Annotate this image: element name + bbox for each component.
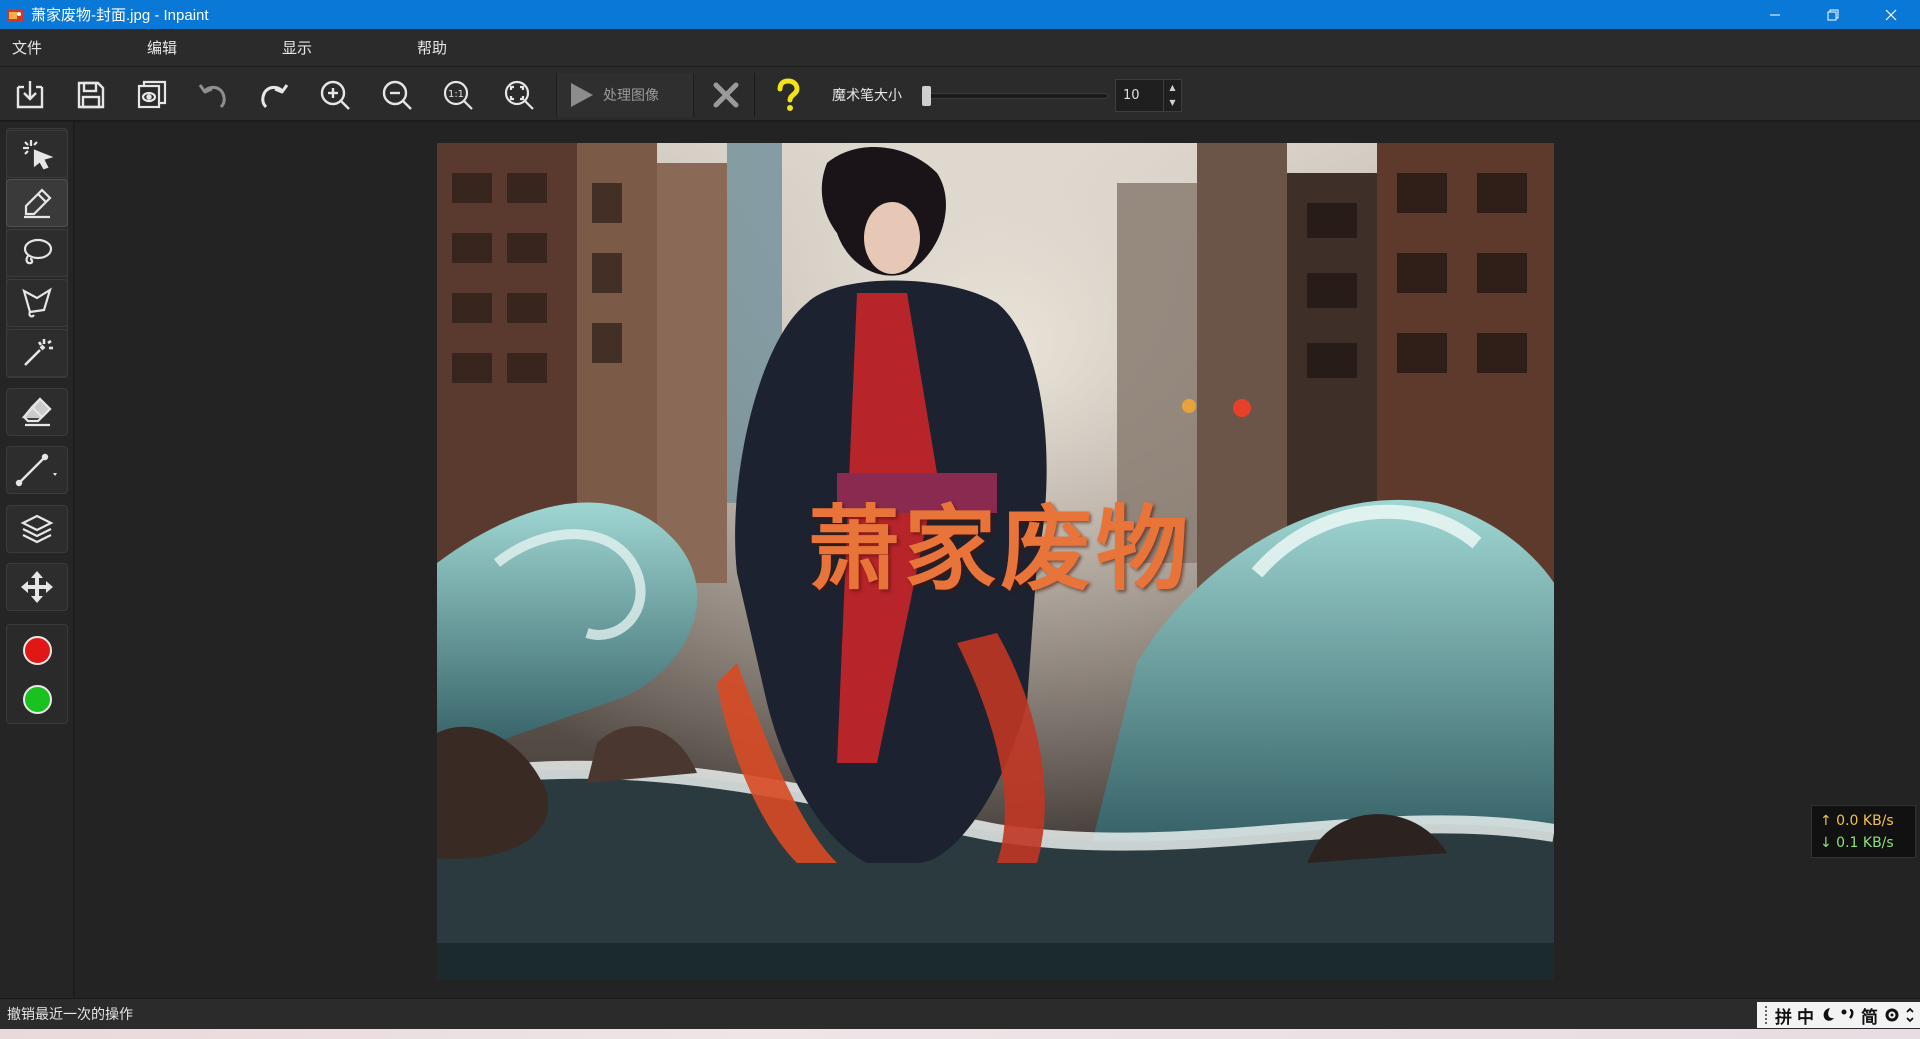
preview-button[interactable] [131, 74, 173, 116]
eraser-tool[interactable] [6, 388, 68, 436]
guide-color-button[interactable] [6, 675, 68, 723]
cancel-button[interactable] [705, 74, 747, 116]
open-button[interactable] [9, 74, 51, 116]
actual-size-button[interactable]: 1:1 [437, 74, 479, 116]
redo-button[interactable] [253, 74, 295, 116]
cover-title-text: 萧家废物 [808, 495, 1193, 603]
fit-to-window-icon [504, 80, 534, 110]
preview-icon [137, 80, 167, 109]
window-controls [1746, 0, 1920, 29]
polygon-lasso-tool[interactable] [6, 279, 68, 327]
help-icon [777, 78, 800, 111]
process-image-button[interactable]: 处理图像 [556, 73, 694, 117]
save-button[interactable] [70, 74, 112, 116]
stepper-up-icon[interactable]: ▲ [1164, 80, 1181, 95]
ime-simplified[interactable]: 简 [1861, 1003, 1878, 1028]
marker-icon [24, 188, 52, 219]
ime-drag-handle[interactable] [1765, 1006, 1768, 1024]
menu-help[interactable]: 帮助 [405, 37, 459, 58]
open-icon [16, 81, 44, 109]
minimize-button[interactable] [1746, 0, 1804, 29]
close-icon [1885, 9, 1897, 20]
layers-tool[interactable] [6, 505, 68, 553]
title-bar: 萧家废物-封面.jpg - Inpaint [0, 0, 1920, 29]
menu-view[interactable]: 显示 [270, 37, 324, 58]
process-image-label: 处理图像 [603, 88, 659, 104]
ime-settings-icon[interactable] [1883, 1006, 1901, 1024]
restore-icon [1827, 9, 1839, 20]
magic-wand-icon [24, 339, 53, 366]
undo-button[interactable] [192, 74, 234, 116]
redo-icon [261, 84, 289, 109]
line-icon [15, 453, 57, 487]
lasso-icon [23, 238, 53, 265]
zoom-out-icon [382, 80, 412, 110]
line-tool[interactable] [6, 446, 68, 494]
fit-to-window-button[interactable] [498, 74, 540, 116]
smart-select-icon [23, 140, 54, 170]
ime-moon-icon[interactable] [1819, 1006, 1835, 1024]
brush-size-label: 魔术笔大小 [832, 88, 902, 104]
actual-size-label: 1:1 [448, 89, 464, 100]
menu-file[interactable]: 文件 [0, 37, 54, 58]
stepper-down-icon[interactable]: ▼ [1164, 95, 1181, 110]
app-icon [7, 8, 23, 22]
brush-size-input[interactable] [1118, 82, 1162, 109]
restore-button[interactable] [1804, 0, 1862, 29]
status-message: 撤销最近一次的操作 [7, 1007, 133, 1023]
layers-icon [20, 514, 54, 544]
smart-select-tool[interactable] [6, 130, 68, 178]
help-button[interactable] [767, 74, 809, 116]
zoom-out-button[interactable] [376, 74, 418, 116]
ime-more-icon[interactable] [1906, 1006, 1914, 1024]
undo-icon [198, 84, 226, 109]
menu-edit[interactable]: 编辑 [135, 37, 189, 58]
green-color-icon [22, 684, 52, 714]
close-button[interactable] [1862, 0, 1920, 29]
zoom-in-icon [320, 80, 350, 110]
brush-size-slider[interactable] [920, 93, 1108, 99]
menu-bar: 文件 编辑 显示 帮助 [0, 29, 1920, 67]
download-speed: ↓ 0.1 KB/s [1820, 835, 1894, 851]
ime-punctuation-icon[interactable] [1840, 1006, 1856, 1024]
minimize-icon [1770, 14, 1780, 15]
marker-tool[interactable] [6, 179, 68, 227]
network-speed-widget: ↑ 0.0 KB/s ↓ 0.1 KB/s [1811, 805, 1916, 858]
tool-panel [0, 122, 74, 998]
move-tool[interactable] [6, 563, 68, 611]
inpaint-window: 萧家废物-封面.jpg - Inpaint 文件 编辑 显示 帮助 1:1 处理… [0, 0, 1920, 1039]
actual-size-icon: 1:1 [443, 80, 473, 110]
brush-size-stepper[interactable]: ▲ ▼ [1115, 79, 1182, 112]
window-title: 萧家废物-封面.jpg - Inpaint [31, 7, 209, 24]
move-icon [21, 571, 53, 603]
save-icon [77, 81, 105, 109]
brush-size-slider-thumb[interactable] [922, 86, 931, 106]
lasso-tool[interactable] [6, 229, 68, 277]
stepper-arrows: ▲ ▼ [1163, 80, 1181, 111]
play-icon [571, 83, 593, 107]
upload-speed: ↑ 0.0 KB/s [1820, 813, 1894, 829]
ime-chinese-mode[interactable]: 中 [1797, 1003, 1814, 1028]
eraser-icon [21, 397, 52, 427]
cancel-icon [713, 82, 739, 108]
magic-wand-tool[interactable] [6, 329, 68, 377]
toolbar: 1:1 处理图像 魔术笔大小 10 ▲ ▼ [0, 67, 1920, 121]
ime-pinyin[interactable]: 拼 [1775, 1003, 1792, 1028]
mask-color-button[interactable] [6, 626, 68, 674]
toolbar-separator [754, 73, 755, 117]
polygon-lasso-icon [22, 287, 52, 318]
status-bar: 撤销最近一次的操作 拼 中 简 [0, 998, 1920, 1029]
red-color-icon [22, 635, 52, 665]
ime-toolbar: 拼 中 简 [1757, 1002, 1920, 1028]
zoom-in-button[interactable] [314, 74, 356, 116]
taskbar-edge [0, 1029, 1920, 1039]
